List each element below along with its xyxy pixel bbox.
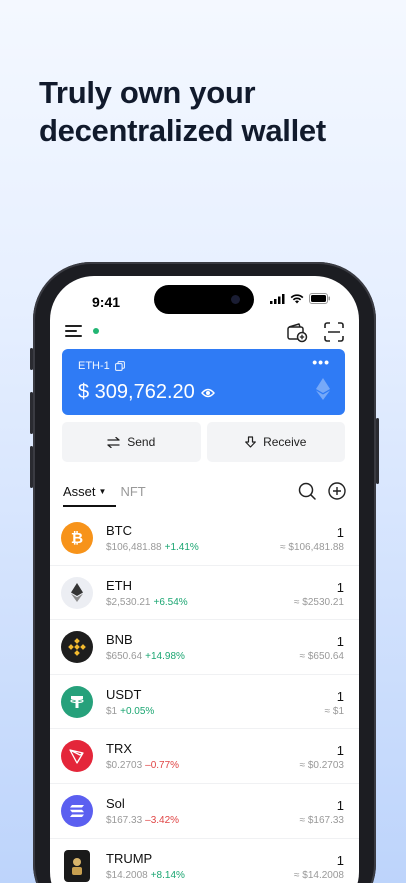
asset-symbol: USDT [106, 686, 142, 702]
asset-symbol: ETH [106, 577, 132, 593]
headline: Truly own your decentralized wallet [39, 74, 326, 150]
tab-asset-label: Asset [63, 484, 96, 499]
asset-tabs: Asset ▼ NFT [63, 484, 146, 507]
asset-value: ≈ $0.2703 [299, 760, 344, 772]
asset-price: $650.64 [106, 651, 143, 663]
asset-value: ≈ $167.33 [299, 814, 344, 826]
usdt-logo-icon [61, 685, 93, 718]
tab-nft[interactable]: NFT [120, 484, 145, 499]
receive-label: Receive [263, 435, 307, 449]
wifi-icon [290, 293, 304, 303]
status-time: 9:41 [92, 294, 121, 310]
connection-status-dot [93, 328, 99, 334]
dynamic-island [154, 285, 254, 314]
asset-change: +14.98% [145, 651, 185, 663]
asset-symbol: BNB [106, 632, 133, 648]
asset-value: ≈ $1 [324, 705, 344, 717]
asset-quantity: 1 [336, 634, 344, 650]
asset-change: +8.14% [150, 869, 185, 881]
phone-volume-up [30, 392, 33, 434]
action-buttons: Send Receive [62, 422, 345, 462]
asset-symbol: TRX [106, 741, 132, 757]
signal-icon [270, 293, 285, 304]
headline-line-2: decentralized wallet [39, 113, 326, 148]
sol-logo-icon [61, 794, 93, 827]
asset-price-line: $1 +0.05% [106, 706, 154, 717]
receive-icon [245, 436, 256, 448]
trump-logo-icon [64, 849, 90, 882]
asset-price: $106,481.88 [106, 542, 162, 553]
network-selector[interactable]: ETH-1 [78, 360, 125, 372]
asset-price: $167.33 [106, 814, 143, 826]
trx-logo-icon [61, 740, 93, 773]
asset-row-trump[interactable]: TRUMP $14.2008 +8.14% 1 ≈ $14.2008 [50, 839, 359, 883]
asset-quantity: 1 [336, 579, 344, 595]
asset-change: +1.41% [164, 542, 199, 553]
asset-quantity: 1 [336, 743, 344, 759]
asset-price-line: $14.2008 +8.14% [106, 870, 185, 881]
asset-quantity: 1 [336, 525, 344, 540]
phone-volume-down [30, 446, 33, 488]
asset-row-bnb[interactable]: BNB $650.64 +14.98% 1 ≈ $650.64 [50, 620, 359, 675]
wallet-add-icon[interactable] [286, 321, 308, 343]
asset-symbol: TRUMP [106, 850, 153, 866]
send-icon [107, 436, 120, 448]
asset-quantity: 1 [336, 797, 344, 813]
asset-change: +6.54% [153, 596, 188, 608]
asset-price: $0.2703 [106, 760, 143, 772]
asset-symbol: Sol [106, 795, 125, 811]
headline-line-1: Truly own your [39, 75, 256, 110]
asset-price-line: $106,481.88 +1.41% [106, 542, 199, 553]
caret-down-icon: ▼ [98, 487, 107, 496]
balance-amount: $ 309,762.20 [78, 381, 195, 403]
app-screen: 9:41 ETH-1 ••• $ 309,762.20 Send Receive… [50, 276, 359, 883]
scan-icon[interactable] [324, 322, 344, 342]
receive-button[interactable]: Receive [206, 422, 345, 462]
battery-icon [309, 293, 330, 304]
copy-icon[interactable] [114, 361, 125, 371]
asset-price-line: $0.2703 –0.77% [106, 760, 179, 771]
asset-price-line: $167.33 –3.42% [106, 815, 179, 826]
btc-logo-icon: ₿ [61, 522, 93, 554]
asset-value: ≈ $14.2008 [294, 869, 344, 881]
app-top-bar [65, 321, 344, 345]
send-button[interactable]: Send [62, 422, 201, 462]
asset-change: +0.05% [120, 705, 155, 717]
asset-price-line: $2,530.21 +6.54% [106, 597, 188, 608]
asset-price: $14.2008 [106, 869, 148, 881]
eye-icon[interactable] [200, 388, 215, 398]
asset-value: ≈ $2530.21 [294, 596, 344, 608]
wallet-balance-card[interactable]: ETH-1 ••• $ 309,762.20 [62, 349, 345, 415]
tab-asset[interactable]: Asset ▼ [63, 484, 117, 507]
asset-quantity: 1 [336, 852, 344, 868]
asset-value: ≈ $106,481.88 [280, 542, 344, 553]
asset-row-eth[interactable]: ETH $2,530.21 +6.54% 1 ≈ $2530.21 [50, 566, 359, 621]
asset-symbol: BTC [106, 523, 132, 538]
asset-price: $1 [106, 705, 118, 717]
status-icons [270, 293, 331, 304]
asset-row-sol[interactable]: Sol $167.33 –3.42% 1 ≈ $167.33 [50, 784, 359, 839]
asset-row-trx[interactable]: TRX $0.2703 –0.77% 1 ≈ $0.2703 [50, 729, 359, 784]
asset-list: ₿ BTC $106,481.88 +1.41% 1 ≈ $106,481.88 … [50, 511, 359, 883]
network-label: ETH-1 [78, 360, 110, 372]
asset-row-btc[interactable]: ₿ BTC $106,481.88 +1.41% 1 ≈ $106,481.88 [50, 511, 359, 566]
asset-quantity: 1 [336, 688, 344, 704]
asset-change: –3.42% [145, 814, 180, 826]
total-balance: $ 309,762.20 [78, 381, 215, 404]
asset-price: $2,530.21 [106, 596, 151, 608]
asset-value: ≈ $650.64 [299, 651, 344, 663]
asset-price-line: $650.64 +14.98% [106, 651, 185, 662]
phone-action-button [30, 348, 33, 370]
card-more-button[interactable]: ••• [312, 354, 330, 370]
asset-change: –0.77% [145, 760, 180, 772]
asset-row-usdt[interactable]: USDT $1 +0.05% 1 ≈ $1 [50, 675, 359, 730]
send-label: Send [127, 435, 156, 449]
eth-logo-icon [61, 576, 93, 609]
bnb-logo-icon [61, 631, 93, 664]
menu-icon[interactable] [65, 323, 83, 339]
eth-watermark-icon [316, 378, 330, 400]
phone-power-button [376, 418, 379, 484]
search-icon[interactable] [298, 482, 316, 500]
add-token-icon[interactable] [328, 482, 346, 500]
